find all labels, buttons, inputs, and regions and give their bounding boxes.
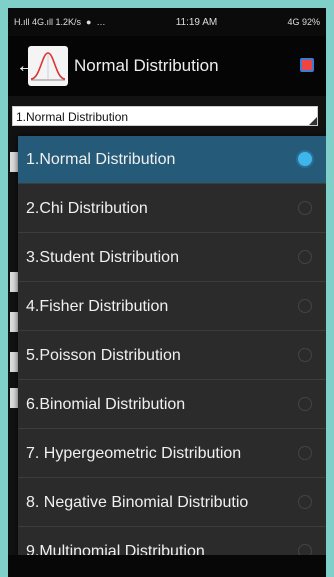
option-label: 6.Binomial Distribution	[26, 395, 186, 413]
more-notifications-icon: …	[96, 17, 106, 27]
option-label: 1.Normal Distribution	[26, 150, 176, 168]
phone-screen: H.ıll 4G.ıll 1.2K/s ● … 11:19 AM 4G 92% …	[8, 8, 326, 577]
app-bar: ← Normal Distribution	[8, 36, 326, 96]
background-field-edge	[10, 152, 18, 172]
option-label: 8. Negative Binomial Distributio	[26, 493, 249, 511]
spinner-value: 1.Normal Distribution	[16, 110, 129, 124]
radio-unselected-icon[interactable]	[298, 299, 312, 313]
option-label: 3.Student Distribution	[26, 248, 179, 266]
option-item[interactable]: 7. Hypergeometric Distribution	[18, 430, 326, 478]
option-item[interactable]: 4.Fisher Distribution	[18, 283, 326, 331]
background-field-edge	[10, 388, 18, 408]
radio-unselected-icon[interactable]	[298, 201, 312, 215]
option-item[interactable]: 6.Binomial Distribution	[18, 381, 326, 429]
distribution-spinner[interactable]: 1.Normal Distribution	[12, 106, 318, 126]
radio-selected-icon[interactable]	[298, 152, 312, 166]
background-field-edge	[10, 312, 18, 332]
status-bar: H.ıll 4G.ıll 1.2K/s ● … 11:19 AM 4G 92%	[8, 8, 326, 36]
dropdown-triangle-icon	[309, 117, 317, 125]
option-item[interactable]: 3.Student Distribution	[18, 234, 326, 282]
radio-unselected-icon[interactable]	[298, 250, 312, 264]
distribution-options-dialog: 1.Normal Distribution 2.Chi Distribution 3…	[18, 136, 326, 577]
option-item[interactable]: 2.Chi Distribution	[18, 185, 326, 233]
main-content: 1.Normal Distribution 1.Normal Distribut…	[8, 96, 326, 577]
chat-icon: ●	[86, 17, 92, 27]
option-label: 5.Poisson Distribution	[26, 346, 181, 364]
signal-status: H.ıll 4G.ıll 1.2K/s	[14, 17, 82, 27]
option-label: 2.Chi Distribution	[26, 199, 148, 217]
option-label: 4.Fisher Distribution	[26, 297, 169, 315]
radio-unselected-icon[interactable]	[298, 397, 312, 411]
bell-curve-icon	[28, 46, 68, 86]
navigation-bar	[8, 555, 326, 577]
radio-unselected-icon[interactable]	[298, 348, 312, 362]
page-title: Normal Distribution	[74, 56, 219, 75]
record-icon[interactable]	[300, 58, 314, 72]
option-item[interactable]: 5.Poisson Distribution	[18, 332, 326, 380]
option-label: 7. Hypergeometric Distribution	[26, 444, 242, 462]
radio-unselected-icon[interactable]	[298, 495, 312, 509]
battery-status: 4G 92%	[287, 17, 320, 27]
background-field-edge	[10, 352, 18, 372]
option-item[interactable]: 8. Negative Binomial Distributio	[18, 479, 326, 527]
background-field-edge	[10, 272, 18, 292]
radio-unselected-icon[interactable]	[298, 446, 312, 460]
clock: 11:19 AM	[175, 16, 218, 28]
option-item[interactable]: 1.Normal Distribution	[18, 136, 326, 184]
